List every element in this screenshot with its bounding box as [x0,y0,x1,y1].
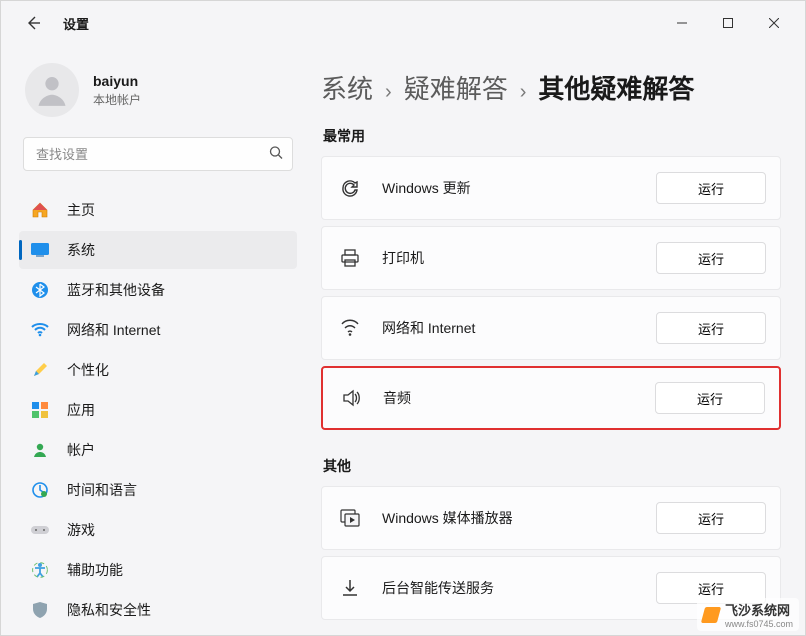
troubleshooter-card-media-player: Windows 媒体播放器 运行 [321,486,781,550]
watermark-logo-icon [701,607,721,623]
media-icon [336,504,364,532]
sidebar: baiyun 本地帐户 主页 系统 蓝牙和其他设备 [1,45,309,635]
sidebar-item-label: 游戏 [67,520,95,540]
sidebar-item-network[interactable]: 网络和 Internet [19,311,297,349]
run-button[interactable]: 运行 [656,242,766,274]
chevron-right-icon: › [385,81,392,104]
watermark-name: 飞沙系统网 [725,600,793,619]
user-icon [33,71,71,109]
sidebar-item-label: 帐户 [67,440,95,460]
crumb-troubleshoot[interactable]: 疑难解答 [404,69,508,106]
nav-list: 主页 系统 蓝牙和其他设备 网络和 Internet 个性化 应用 [19,191,297,629]
run-button[interactable]: 运行 [656,172,766,204]
card-label: 音频 [383,388,655,408]
update-icon [336,174,364,202]
troubleshooter-card-printer: 打印机 运行 [321,226,781,290]
sidebar-item-accessibility[interactable]: 辅助功能 [19,551,297,589]
avatar [25,63,79,117]
shield-icon [29,599,51,621]
sidebar-item-label: 时间和语言 [67,480,137,500]
search-input[interactable] [23,137,293,171]
troubleshooter-card-network: 网络和 Internet 运行 [321,296,781,360]
sidebar-item-system[interactable]: 系统 [19,231,297,269]
section-frequent-title: 最常用 [323,126,781,146]
profile-name: baiyun [93,73,141,89]
sidebar-item-label: 辅助功能 [67,560,123,580]
arrow-left-icon [25,15,41,31]
wifi-icon [29,319,51,341]
sidebar-item-label: 主页 [67,200,95,220]
troubleshooter-card-windows-update: Windows 更新 运行 [321,156,781,220]
titlebar: 设置 [1,1,805,45]
crumb-system[interactable]: 系统 [321,69,373,106]
search-wrap [23,137,293,171]
card-label: 后台智能传送服务 [382,578,656,598]
card-label: Windows 媒体播放器 [382,508,656,528]
card-label: Windows 更新 [382,178,656,198]
sidebar-item-label: 系统 [67,240,95,260]
maximize-button[interactable] [705,8,751,38]
printer-icon [336,244,364,272]
brush-icon [29,359,51,381]
gamepad-icon [29,519,51,541]
crumb-current: 其他疑难解答 [538,69,694,106]
network-icon [336,314,364,342]
chevron-right-icon: › [520,81,527,104]
sidebar-item-gaming[interactable]: 游戏 [19,511,297,549]
system-icon [29,239,51,261]
watermark-url: www.fs0745.com [725,619,793,629]
sidebar-item-personalization[interactable]: 个性化 [19,351,297,389]
sidebar-item-accounts[interactable]: 帐户 [19,431,297,469]
sidebar-item-label: 隐私和安全性 [67,600,151,620]
run-button[interactable]: 运行 [656,502,766,534]
speaker-icon [337,384,365,412]
card-label: 网络和 Internet [382,318,656,338]
main-content: 系统 › 疑难解答 › 其他疑难解答 最常用 Windows 更新 运行 打印机… [309,45,805,635]
run-button[interactable]: 运行 [656,312,766,344]
profile-subtitle: 本地帐户 [93,91,141,108]
person-icon [29,439,51,461]
app-title: 设置 [63,14,89,33]
watermark: 飞沙系统网 www.fs0745.com [697,598,799,631]
sidebar-item-privacy[interactable]: 隐私和安全性 [19,591,297,629]
sidebar-item-time-language[interactable]: 时间和语言 [19,471,297,509]
search-icon [269,146,283,163]
sidebar-item-bluetooth[interactable]: 蓝牙和其他设备 [19,271,297,309]
window-controls [659,8,797,38]
card-label: 打印机 [382,248,656,268]
back-button[interactable] [17,7,49,39]
minimize-button[interactable] [659,8,705,38]
sidebar-item-home[interactable]: 主页 [19,191,297,229]
globe-clock-icon [29,479,51,501]
breadcrumb: 系统 › 疑难解答 › 其他疑难解答 [321,69,781,106]
sidebar-item-label: 应用 [67,400,95,420]
accessibility-icon [29,559,51,581]
troubleshooter-card-audio: 音频 运行 [321,366,781,430]
sidebar-item-label: 个性化 [67,360,109,380]
profile-block[interactable]: baiyun 本地帐户 [25,63,297,117]
close-button[interactable] [751,8,797,38]
run-button[interactable]: 运行 [655,382,765,414]
home-icon [29,199,51,221]
sidebar-item-apps[interactable]: 应用 [19,391,297,429]
sidebar-item-label: 蓝牙和其他设备 [67,280,165,300]
bluetooth-icon [29,279,51,301]
apps-icon [29,399,51,421]
download-icon [336,574,364,602]
section-other-title: 其他 [323,456,781,476]
sidebar-item-label: 网络和 Internet [67,320,160,340]
